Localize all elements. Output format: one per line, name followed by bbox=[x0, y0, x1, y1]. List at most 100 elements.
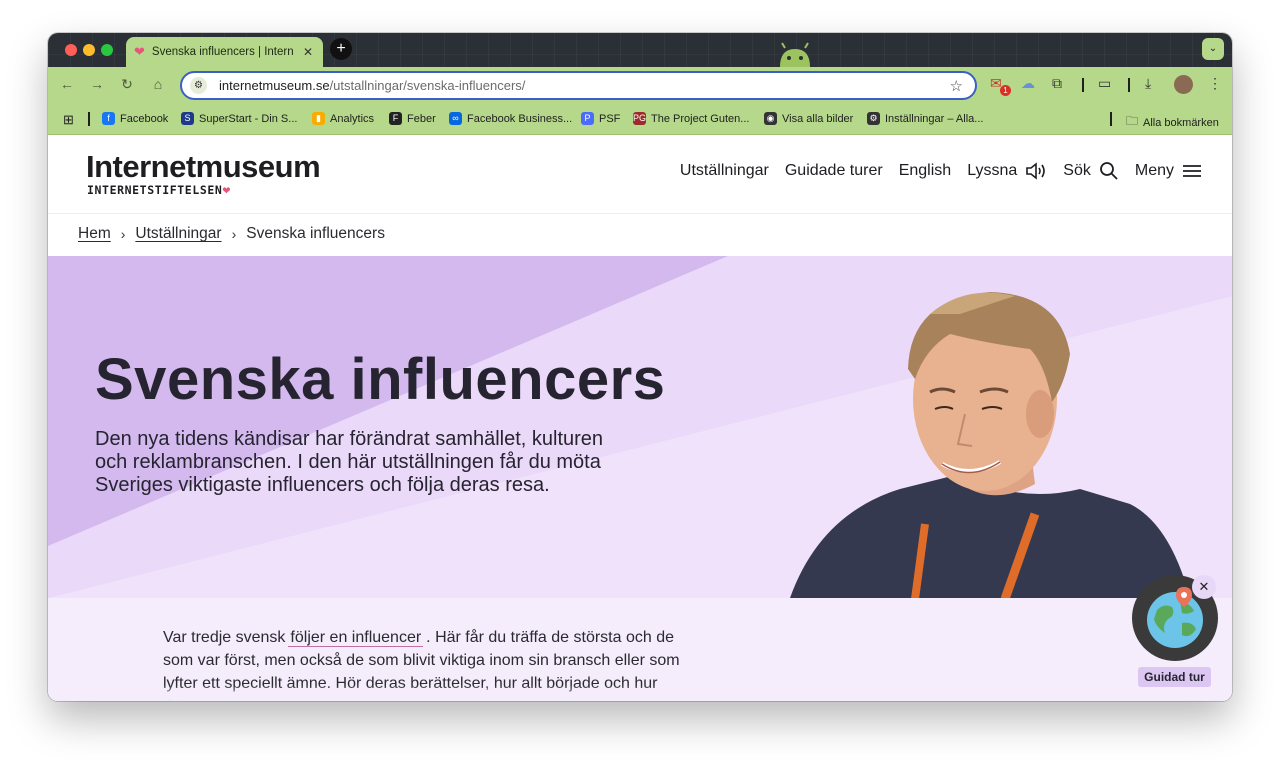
bookmark-star-icon[interactable]: ☆ bbox=[950, 77, 963, 95]
gutenberg-icon: PG bbox=[633, 112, 647, 125]
cast-icon[interactable]: ▭ bbox=[1098, 75, 1111, 92]
search-label: Sök bbox=[1063, 162, 1091, 179]
extension-badge: 1 bbox=[1000, 85, 1011, 96]
tab-title: Svenska influencers | Internetmuseum bbox=[151, 46, 294, 58]
gear-icon: ⚙ bbox=[867, 112, 880, 125]
maximize-window-button[interactable] bbox=[101, 44, 113, 56]
bookmark-item[interactable]: F Feber bbox=[389, 112, 436, 125]
bookmark-item[interactable]: ▮ Analytics bbox=[312, 112, 374, 125]
bookmark-label: Facebook Business... bbox=[467, 112, 573, 125]
facebook-icon: f bbox=[102, 112, 115, 125]
site-logo[interactable]: Internetmuseum bbox=[86, 149, 321, 185]
site-logo-subtitle: INTERNETSTIFTELSEN❤ bbox=[87, 183, 231, 198]
download-icon[interactable]: ⤓ bbox=[1145, 75, 1151, 92]
listen-label: Lyssna bbox=[967, 162, 1018, 179]
browser-menu-icon[interactable]: ⋮ bbox=[1208, 75, 1222, 92]
bookmark-label: Feber bbox=[407, 112, 436, 125]
chevron-right-icon: › bbox=[120, 226, 126, 242]
bookmark-label: Visa alla bilder bbox=[782, 112, 854, 125]
apps-grid-icon[interactable]: ⊞ bbox=[63, 112, 74, 128]
cloud-extension-icon[interactable]: ☁ bbox=[1021, 75, 1035, 92]
content-fade bbox=[48, 685, 1232, 701]
nav-exhibitions[interactable]: Utställningar bbox=[680, 162, 769, 180]
tab-search-icon[interactable]: ⌄ bbox=[1202, 38, 1224, 60]
logo-sub-text: INTERNETSTIFTELSEN bbox=[87, 183, 223, 197]
nav-guided-tours[interactable]: Guidade turer bbox=[785, 162, 883, 180]
bookmarks-bar: ⊞ 🗀 Alla bokmärken f Facebook S SuperStart … bbox=[48, 103, 1232, 135]
nav-english[interactable]: English bbox=[899, 162, 951, 180]
bookmark-label: SuperStart - Din S... bbox=[199, 112, 298, 125]
tab-strip: ❤ Svenska influencers | Internetmuseum ✕… bbox=[48, 33, 1232, 67]
superstart-icon: S bbox=[181, 112, 194, 125]
main-navigation: Utställningar Guidade turer English Lyss… bbox=[664, 161, 1202, 181]
reload-icon[interactable]: ↻ bbox=[118, 76, 136, 93]
speaker-icon bbox=[1026, 162, 1046, 180]
new-tab-button[interactable]: + bbox=[330, 38, 352, 60]
url-path: /utstallningar/svenska-influencers/ bbox=[329, 78, 526, 93]
minimize-window-button[interactable] bbox=[83, 44, 95, 56]
extensions-puzzle-icon[interactable]: ⧉ bbox=[1052, 75, 1062, 92]
bookmark-item[interactable]: ⚙ Inställningar – Alla... bbox=[867, 112, 983, 125]
hero-section: Svenska influencers Den nya tidens kändi… bbox=[48, 256, 1232, 598]
nav-listen[interactable]: Lyssna bbox=[967, 161, 1047, 181]
heart-favicon-icon: ❤ bbox=[134, 44, 145, 59]
intro-text-start: Var tredje svensk bbox=[163, 629, 286, 646]
android-theme-icon bbox=[780, 42, 810, 67]
bookmark-item[interactable]: ∞ Facebook Business... bbox=[449, 112, 572, 125]
bookmark-label: Inställningar – Alla... bbox=[885, 112, 984, 125]
home-icon[interactable]: ⌂ bbox=[149, 76, 167, 92]
active-tab[interactable]: ❤ Svenska influencers | Internetmuseum ✕ bbox=[126, 37, 323, 67]
bookmarks-divider bbox=[1110, 112, 1112, 126]
analytics-icon: ▮ bbox=[312, 112, 325, 125]
nav-menu[interactable]: Meny bbox=[1135, 162, 1202, 180]
breadcrumb: Hem › Utställningar › Svenska influencer… bbox=[78, 225, 385, 243]
bookmark-item[interactable]: P PSF bbox=[581, 112, 620, 125]
toolbar-divider bbox=[1128, 78, 1130, 92]
web-page: Internetmuseum INTERNETSTIFTELSEN❤ Utstä… bbox=[48, 135, 1232, 701]
bookmark-label: Facebook bbox=[120, 112, 169, 125]
bookmarks-divider bbox=[88, 112, 90, 126]
site-header: Internetmuseum INTERNETSTIFTELSEN❤ Utstä… bbox=[48, 135, 1232, 214]
breadcrumb-home[interactable]: Hem bbox=[78, 225, 111, 243]
hamburger-menu-icon bbox=[1183, 165, 1201, 177]
globe-icon: ◉ bbox=[764, 112, 777, 125]
bookmark-item[interactable]: ◉ Visa alla bilder bbox=[764, 112, 853, 125]
folder-icon: 🗀 bbox=[1126, 114, 1139, 128]
bookmark-label: Analytics bbox=[330, 112, 375, 125]
back-arrow-icon[interactable]: ← bbox=[58, 76, 76, 92]
menu-label: Meny bbox=[1134, 162, 1174, 179]
url-domain: internetmuseum.se bbox=[219, 78, 330, 93]
breadcrumb-exhibitions[interactable]: Utställningar bbox=[135, 225, 221, 243]
bookmark-label: The Project Guten... bbox=[651, 112, 750, 125]
intro-section: Var tredje svensk följer en influencer. H… bbox=[48, 598, 1232, 701]
page-title: Svenska influencers bbox=[95, 347, 666, 412]
tab-close-icon[interactable]: ✕ bbox=[301, 45, 315, 59]
profile-avatar[interactable] bbox=[1174, 75, 1193, 94]
feber-icon: F bbox=[389, 112, 402, 125]
all-bookmarks-label: Alla bokmärken bbox=[1143, 116, 1219, 129]
psf-icon: P bbox=[581, 112, 594, 125]
site-settings-icon[interactable]: ⚙ bbox=[190, 77, 207, 94]
heart-icon: ❤ bbox=[222, 183, 231, 198]
bookmark-item[interactable]: PG The Project Guten... bbox=[633, 112, 749, 125]
search-icon bbox=[1099, 162, 1118, 180]
bookmark-item[interactable]: S SuperStart - Din S... bbox=[181, 112, 297, 125]
browser-window: ❤ Svenska influencers | Internetmuseum ✕… bbox=[48, 33, 1232, 701]
forward-arrow-icon[interactable]: → bbox=[88, 76, 106, 92]
toolbar-divider bbox=[1082, 78, 1084, 92]
browser-toolbar: ← → ↻ ⌂ ⚙ internetmuseum.se/utstallninga… bbox=[48, 67, 1232, 103]
bookmark-item[interactable]: f Facebook bbox=[102, 112, 168, 125]
hero-lead-text: Den nya tidens kändisar har förändrat sa… bbox=[95, 428, 604, 496]
influencer-link[interactable]: följer en influencer bbox=[288, 629, 424, 647]
meta-icon: ∞ bbox=[449, 112, 462, 125]
bookmark-label: PSF bbox=[599, 112, 621, 125]
all-bookmarks-folder[interactable]: 🗀 Alla bokmärken bbox=[1126, 112, 1219, 133]
chevron-right-icon: › bbox=[231, 226, 237, 242]
portrait-photo bbox=[790, 292, 1190, 598]
close-window-button[interactable] bbox=[65, 44, 77, 56]
address-bar[interactable]: ⚙ internetmuseum.se/utstallningar/svensk… bbox=[180, 71, 977, 100]
guided-tour-close-button[interactable]: ✕ bbox=[1192, 575, 1216, 599]
nav-search[interactable]: Sök bbox=[1063, 161, 1119, 181]
guided-tour-label[interactable]: Guidad tur bbox=[1138, 667, 1211, 687]
breadcrumb-current: Svenska influencers bbox=[246, 225, 385, 242]
